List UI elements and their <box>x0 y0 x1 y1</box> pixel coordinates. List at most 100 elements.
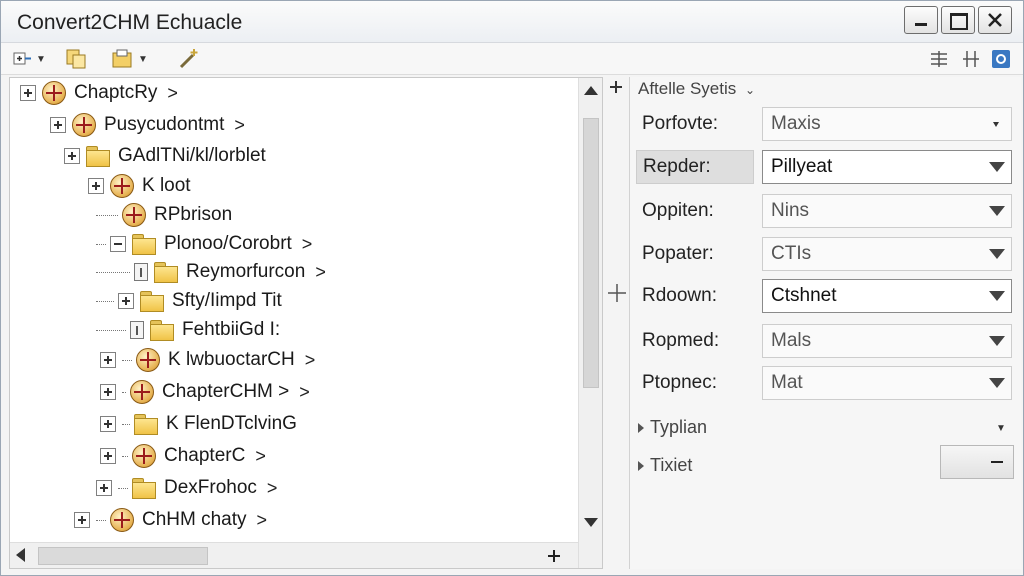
close-button[interactable] <box>978 6 1012 34</box>
chevron-down-icon[interactable]: ▼ <box>996 423 1006 434</box>
tree-item[interactable]: ChapterCHM > > <box>100 378 310 406</box>
property-dropdown[interactable]: Mals <box>762 324 1012 358</box>
chevron-down-icon: ▼ <box>36 53 46 65</box>
scroll-up-arrow-icon[interactable] <box>584 86 598 95</box>
add-icon[interactable] <box>608 79 624 95</box>
tree-item-label: Pusycudontmt <box>104 114 225 135</box>
chevron-right-icon: > <box>256 509 268 530</box>
expand-icon[interactable] <box>118 293 134 309</box>
topic-tree[interactable]: ChaptcRy > Pusycudontmt > GAdlTNi/kl/lor… <box>9 77 603 569</box>
expand-icon[interactable] <box>100 384 116 400</box>
tree-item-label: GAdlTNi/kl/lorblet <box>118 145 266 166</box>
tree-item[interactable]: ChapterC > <box>100 442 266 470</box>
property-label: Popater: <box>642 243 714 264</box>
expand-icon[interactable] <box>74 512 90 528</box>
tree-item-label: RPbrison <box>154 204 233 225</box>
settings-button[interactable] <box>991 47 1011 71</box>
collapse-icon[interactable] <box>110 236 126 252</box>
tree-item[interactable]: ChaptcRy > <box>20 79 178 107</box>
expand-arrow-icon <box>638 422 644 433</box>
chevron-right-icon: > <box>234 114 245 135</box>
book-icon <box>42 81 66 105</box>
paste-button[interactable]: ▼ <box>111 47 148 71</box>
book-icon <box>122 203 146 227</box>
expand-icon[interactable] <box>20 85 36 101</box>
scroll-thumb[interactable] <box>38 547 208 565</box>
property-dropdown[interactable]: Pillyeat <box>762 150 1012 184</box>
resize-handle-icon[interactable] <box>607 283 627 303</box>
expand-icon[interactable] <box>100 448 116 464</box>
tree-item[interactable]: K FlenDTclvinG <box>100 410 297 438</box>
grid-button[interactable] <box>961 47 981 71</box>
property-label: Porfovte: <box>642 113 719 134</box>
expand-icon[interactable] <box>100 416 116 432</box>
property-dropdown[interactable]: Mat <box>762 366 1012 400</box>
splitter[interactable] <box>605 77 629 569</box>
add-topic-button[interactable]: ▼ <box>13 47 46 71</box>
chevron-right-icon: > <box>304 349 316 370</box>
tree-item[interactable]: K lwbuoctarCH > <box>100 346 315 374</box>
chevron-right-icon: > <box>299 381 310 402</box>
copy-icon <box>66 49 86 69</box>
gear-icon <box>992 50 1010 68</box>
expand-icon[interactable] <box>50 117 66 133</box>
properties-panel: Aftelle Syetis ⌄ Porfovte: Maxis Repder:… <box>629 77 1021 569</box>
book-icon <box>136 348 160 372</box>
tree-item-label: Sfty/Iimpd Tit <box>172 290 282 311</box>
expand-icon[interactable] <box>96 480 112 496</box>
book-icon <box>72 113 96 137</box>
expand-icon[interactable] <box>88 178 104 194</box>
toolbar: ▼ ▼ <box>1 43 1023 75</box>
tree-item[interactable]: Reymorfurcon > <box>96 258 326 286</box>
chevron-right-icon: > <box>255 445 266 466</box>
property-dropdown[interactable]: Nins <box>762 194 1012 228</box>
property-dropdown[interactable]: Maxis <box>762 107 1012 141</box>
tree-item[interactable]: K loot <box>88 172 191 200</box>
book-icon <box>130 380 154 404</box>
scroll-thumb[interactable] <box>583 118 599 388</box>
folder-icon <box>132 478 156 499</box>
book-icon <box>110 508 134 532</box>
add-icon[interactable] <box>546 548 562 564</box>
expand-icon[interactable] <box>64 148 80 164</box>
tree-item[interactable]: Plonoo/Corobrt > <box>96 230 312 258</box>
add-tree-icon <box>13 52 31 65</box>
property-group-toggle[interactable]: Tixiet <box>638 455 692 476</box>
tree-item[interactable]: RPbrison <box>96 201 232 229</box>
expand-icon[interactable] <box>100 352 116 368</box>
align-button[interactable] <box>929 47 949 71</box>
chevron-down-icon <box>989 249 1005 259</box>
scroll-down-arrow-icon[interactable] <box>584 518 598 527</box>
property-label: Oppiten: <box>642 200 714 221</box>
copy-button[interactable] <box>65 47 89 71</box>
vertical-scrollbar[interactable] <box>578 78 602 568</box>
property-dropdown[interactable]: CTIs <box>762 237 1012 271</box>
property-group-toggle[interactable]: Typlian <box>638 417 707 438</box>
folder-icon <box>154 262 178 283</box>
tree-item[interactable]: ChHM chaty > <box>74 506 267 534</box>
tree-item[interactable]: GAdlTNi/kl/lorblet <box>64 142 266 170</box>
tree-item-label: Plonoo/Corobrt <box>164 233 292 254</box>
properties-section-header[interactable]: Aftelle Syetis ⌄ <box>638 79 755 99</box>
chevron-down-icon <box>989 378 1005 388</box>
tree-item-label: K lwbuoctarCH <box>168 349 295 370</box>
remove-button[interactable] <box>940 445 1014 479</box>
tree-item[interactable]: Sfty/Iimpd Tit <box>96 287 282 315</box>
chevron-down-icon <box>989 291 1005 301</box>
property-label: Ptopnec: <box>642 372 717 393</box>
wand-button[interactable] <box>177 47 201 71</box>
tree-item-label: ChHM chaty <box>142 509 247 530</box>
horizontal-scrollbar[interactable] <box>10 542 578 568</box>
title-bar: Convert2CHM Echuacle <box>1 1 1023 43</box>
tree-item-label: ChaptcRy <box>74 82 158 103</box>
tree-item-label: Reymorfurcon <box>186 261 306 282</box>
property-dropdown[interactable]: Ctshnet <box>762 279 1012 313</box>
maximize-button[interactable] <box>941 6 975 34</box>
chevron-down-icon <box>989 336 1005 346</box>
tree-item[interactable]: FehtbiiGd I: <box>96 316 280 344</box>
tree-item[interactable]: Pusycudontmt > <box>50 111 245 139</box>
tree-item[interactable]: DexFrohoc > <box>96 474 277 502</box>
property-label: Repder: <box>636 150 754 184</box>
minimize-button[interactable] <box>904 6 938 34</box>
scroll-left-arrow-icon[interactable] <box>16 548 25 562</box>
